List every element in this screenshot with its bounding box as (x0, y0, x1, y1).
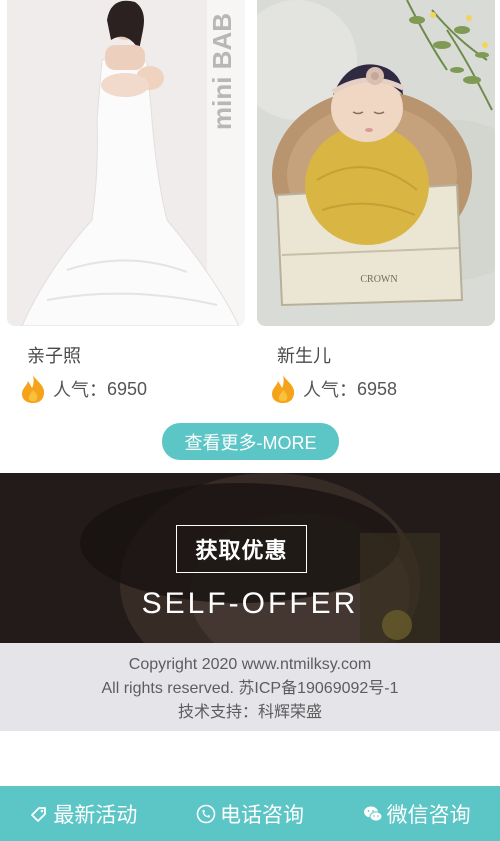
crate-text: CROWN (360, 274, 397, 285)
wechat-icon (363, 806, 383, 822)
mother-baby-photo-image: mini BAB (7, 0, 245, 326)
popularity-label: 人气： (303, 380, 357, 400)
gallery-card-parent-child[interactable]: mini BAB 亲子照 人气： 6950 (7, 0, 245, 403)
nav-phone-consult[interactable]: 电话咨询 (167, 786, 334, 841)
self-offer-subtitle: SELF-OFFER (141, 587, 359, 620)
nav-latest-activity[interactable]: 最新活动 (0, 786, 167, 841)
newborn-photo-image: CROWN (257, 0, 495, 326)
rights-icp-line: All rights reserved. 苏ICP备19069092号-1 (101, 680, 399, 697)
get-offer-button[interactable]: 获取优惠 (176, 525, 307, 573)
gallery-photo-mother-baby[interactable]: mini BAB (7, 0, 245, 326)
copyright-footer: Copyright 2020 www.ntmilksy.com All righ… (0, 643, 500, 731)
card-title[interactable]: 亲子照 (27, 342, 81, 368)
popularity-label: 人气： (53, 380, 107, 400)
phone-icon (196, 804, 216, 823)
tag-icon (31, 806, 47, 822)
copyright-line: Copyright 2020 www.ntmilksy.com (128, 656, 372, 673)
view-more-button[interactable]: 查看更多-MORE (162, 423, 339, 460)
gallery-photo-newborn[interactable]: CROWN (257, 0, 495, 326)
popularity-value: 6950 (107, 378, 148, 399)
nav-label: 最新活动 (53, 803, 138, 827)
photo-gallery: mini BAB 亲子照 人气： 6950 CROWN 新生儿 人气： 6958 (0, 0, 500, 410)
self-offer-banner[interactable]: 获取优惠 SELF-OFFER (0, 473, 500, 643)
gallery-card-newborn[interactable]: CROWN 新生儿 人气： 6958 (257, 0, 495, 403)
bottom-nav-bar: 最新活动 电话咨询 微信咨询 (0, 786, 500, 841)
fire-icon (22, 375, 45, 403)
fire-icon (272, 375, 295, 403)
popularity-row: 人气： 6950 (19, 374, 147, 404)
nav-label: 微信咨询 (386, 803, 471, 827)
popularity-value: 6958 (357, 378, 398, 399)
tech-support-line: 技术支持：科辉荣盛 (177, 704, 322, 721)
watermark-text: mini BAB (207, 13, 237, 130)
nav-label: 电话咨询 (220, 803, 304, 827)
nav-wechat-consult[interactable]: 微信咨询 (333, 786, 500, 841)
popularity-row: 人气： 6958 (269, 374, 397, 404)
card-title[interactable]: 新生儿 (277, 342, 331, 368)
